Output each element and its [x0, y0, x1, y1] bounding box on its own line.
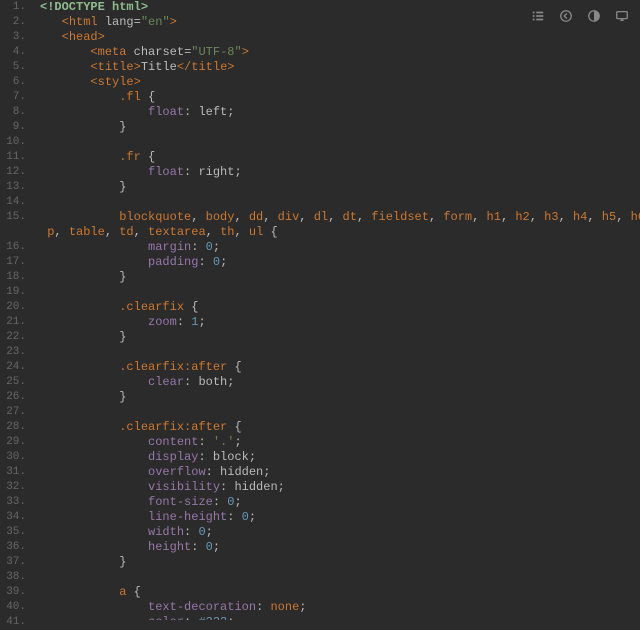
code-line[interactable] [40, 195, 640, 210]
code-line[interactable] [40, 405, 640, 420]
code-area[interactable]: <!DOCTYPE html> <html lang="en"> <head> … [36, 0, 640, 620]
code-line[interactable]: .clearfix:after { [40, 420, 640, 435]
code-line[interactable]: font-size: 0; [40, 495, 640, 510]
code-line[interactable]: height: 0; [40, 540, 640, 555]
line-number: 36. [0, 540, 26, 555]
line-number: 1. [0, 0, 26, 15]
line-number: 13. [0, 180, 26, 195]
line-number: 32. [0, 480, 26, 495]
code-line[interactable] [40, 285, 640, 300]
line-number: 28. [0, 420, 26, 435]
line-number: 14. [0, 195, 26, 210]
code-line[interactable]: float: left; [40, 105, 640, 120]
line-number: 3. [0, 30, 26, 45]
line-number-wrap [0, 225, 26, 240]
code-line[interactable]: } [40, 120, 640, 135]
code-line[interactable]: line-height: 0; [40, 510, 640, 525]
line-number: 7. [0, 90, 26, 105]
code-line[interactable]: overflow: hidden; [40, 465, 640, 480]
code-line[interactable] [40, 570, 640, 585]
code-editor[interactable]: 1.2.3.4.5.6.7.8.9.10.11.12.13.14.15.16.1… [0, 0, 640, 620]
code-line[interactable]: } [40, 390, 640, 405]
line-number: 18. [0, 270, 26, 285]
code-line[interactable]: content: '.'; [40, 435, 640, 450]
code-line[interactable]: .clearfix:after { [40, 360, 640, 375]
code-line[interactable]: } [40, 270, 640, 285]
line-number: 33. [0, 495, 26, 510]
line-number: 35. [0, 525, 26, 540]
line-number: 10. [0, 135, 26, 150]
line-number: 11. [0, 150, 26, 165]
code-line[interactable]: } [40, 330, 640, 345]
code-line[interactable]: text-decoration: none; [40, 600, 640, 615]
line-number: 25. [0, 375, 26, 390]
line-number: 12. [0, 165, 26, 180]
line-number: 27. [0, 405, 26, 420]
code-line[interactable]: margin: 0; [40, 240, 640, 255]
line-number: 29. [0, 435, 26, 450]
code-line[interactable] [40, 345, 640, 360]
line-number: 4. [0, 45, 26, 60]
line-number: 19. [0, 285, 26, 300]
code-line[interactable] [40, 135, 640, 150]
line-number: 20. [0, 300, 26, 315]
list-icon[interactable] [530, 8, 546, 24]
line-number: 26. [0, 390, 26, 405]
line-number: 15. [0, 210, 26, 225]
code-line[interactable]: .fr { [40, 150, 640, 165]
line-number: 34. [0, 510, 26, 525]
code-line[interactable]: <title>Title</title> [40, 60, 640, 75]
line-number: 24. [0, 360, 26, 375]
code-line[interactable]: padding: 0; [40, 255, 640, 270]
line-number: 9. [0, 120, 26, 135]
line-number: 38. [0, 570, 26, 585]
code-line[interactable]: .clearfix { [40, 300, 640, 315]
code-line[interactable]: p, table, td, textarea, th, ul { [40, 225, 640, 240]
code-line[interactable]: <meta charset="UTF-8"> [40, 45, 640, 60]
line-number: 37. [0, 555, 26, 570]
line-number: 2. [0, 15, 26, 30]
code-line[interactable]: <head> [40, 30, 640, 45]
line-number: 31. [0, 465, 26, 480]
line-number: 21. [0, 315, 26, 330]
line-number: 40. [0, 600, 26, 615]
editor-toolbar [530, 8, 630, 24]
code-line[interactable]: } [40, 555, 640, 570]
code-line[interactable]: clear: both; [40, 375, 640, 390]
code-line[interactable]: visibility: hidden; [40, 480, 640, 495]
code-line[interactable]: <style> [40, 75, 640, 90]
code-line[interactable]: float: right; [40, 165, 640, 180]
code-line[interactable]: .fl { [40, 90, 640, 105]
code-line[interactable]: width: 0; [40, 525, 640, 540]
line-number: 6. [0, 75, 26, 90]
line-number-gutter: 1.2.3.4.5.6.7.8.9.10.11.12.13.14.15.16.1… [0, 0, 36, 620]
code-line[interactable]: } [40, 180, 640, 195]
line-number: 41. [0, 615, 26, 630]
line-number: 22. [0, 330, 26, 345]
code-line[interactable]: blockquote, body, dd, div, dl, dt, field… [40, 210, 640, 225]
code-line[interactable]: zoom: 1; [40, 315, 640, 330]
back-icon[interactable] [558, 8, 574, 24]
line-number: 17. [0, 255, 26, 270]
display-icon[interactable] [614, 8, 630, 24]
line-number: 39. [0, 585, 26, 600]
line-number: 5. [0, 60, 26, 75]
code-line[interactable]: display: block; [40, 450, 640, 465]
line-number: 16. [0, 240, 26, 255]
code-line[interactable]: color: #333; [40, 615, 640, 620]
line-number: 30. [0, 450, 26, 465]
contrast-icon[interactable] [586, 8, 602, 24]
line-number: 23. [0, 345, 26, 360]
code-line[interactable]: a { [40, 585, 640, 600]
line-number: 8. [0, 105, 26, 120]
